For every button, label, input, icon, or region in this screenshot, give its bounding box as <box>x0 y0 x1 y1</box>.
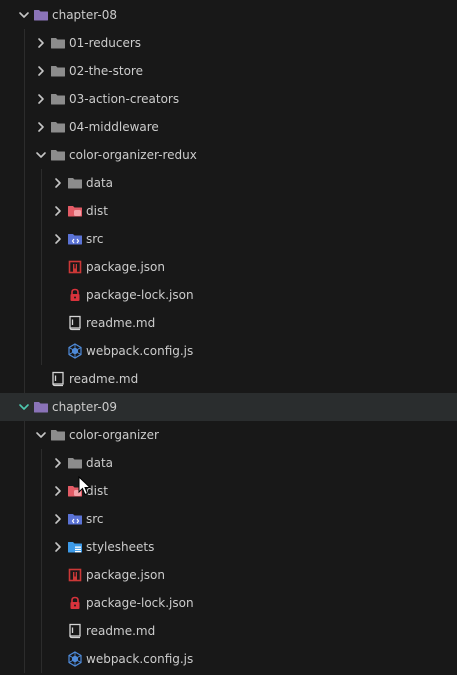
chevron-right-icon[interactable] <box>50 203 66 219</box>
tree-folder-stylesheets[interactable]: stylesheets <box>0 533 457 561</box>
readme-icon <box>67 315 83 331</box>
folder-purple-icon <box>33 7 49 23</box>
tree-file-package-lock-json[interactable]: package-lock.json <box>0 281 457 309</box>
folder-purple-icon <box>33 399 49 415</box>
tree-file-package-json[interactable]: package.json <box>0 561 457 589</box>
folder-gray-icon <box>50 91 66 107</box>
chevron-right-icon[interactable] <box>33 119 49 135</box>
folder-gray-icon <box>50 427 66 443</box>
tree-item-label: 01-reducers <box>69 36 142 50</box>
chevron-right-icon[interactable] <box>50 455 66 471</box>
tree-item-label: package-lock.json <box>86 288 194 302</box>
folder-dist-icon <box>67 203 83 219</box>
folder-src-icon <box>67 231 83 247</box>
mouse-cursor-icon <box>78 476 92 496</box>
tree-folder-02-the-store[interactable]: 02-the-store <box>0 57 457 85</box>
tree-item-label: package.json <box>86 260 166 274</box>
tree-folder-04-middleware[interactable]: 04-middleware <box>0 113 457 141</box>
folder-gray-icon <box>50 147 66 163</box>
tree-folder-01-reducers[interactable]: 01-reducers <box>0 29 457 57</box>
webpack-icon <box>67 343 83 359</box>
folder-styles-icon <box>67 539 83 555</box>
tree-folder-src[interactable]: src <box>0 225 457 253</box>
tree-file-webpack-config-js[interactable]: webpack.config.js <box>0 645 457 673</box>
tree-folder-03-action-creators[interactable]: 03-action-creators <box>0 85 457 113</box>
tree-item-label: readme.md <box>86 316 156 330</box>
tree-item-label: readme.md <box>86 624 156 638</box>
readme-icon <box>67 623 83 639</box>
tree-item-label: readme.md <box>69 372 139 386</box>
chevron-right-icon[interactable] <box>50 231 66 247</box>
tree-item-label: dist <box>86 204 108 218</box>
tree-folder-dist[interactable]: dist <box>0 477 457 505</box>
tree-item-label: stylesheets <box>86 540 155 554</box>
tree-file-webpack-config-js[interactable]: webpack.config.js <box>0 337 457 365</box>
tree-file-package-lock-json[interactable]: package-lock.json <box>0 589 457 617</box>
chevron-right-icon[interactable] <box>33 91 49 107</box>
chevron-right-icon[interactable] <box>50 539 66 555</box>
tree-folder-chapter-09[interactable]: chapter-09 <box>0 393 457 421</box>
folder-gray-icon <box>67 175 83 191</box>
tree-item-label: chapter-09 <box>52 400 118 414</box>
folder-gray-icon <box>50 119 66 135</box>
lock-icon <box>67 595 83 611</box>
readme-icon <box>50 371 66 387</box>
file-explorer-tree: chapter-08 01-reducers 02-the-store 03-acti… <box>0 0 457 675</box>
tree-item-label: 03-action-creators <box>69 92 180 106</box>
tree-item-label: package.json <box>86 568 166 582</box>
folder-gray-icon <box>50 63 66 79</box>
tree-item-label: src <box>86 512 104 526</box>
chevron-right-icon[interactable] <box>50 483 66 499</box>
tree-item-label: 02-the-store <box>69 64 143 78</box>
folder-gray-icon <box>67 455 83 471</box>
tree-file-readme-md[interactable]: readme.md <box>0 365 457 393</box>
tree-item-label: webpack.config.js <box>86 652 194 666</box>
tree-folder-src[interactable]: src <box>0 505 457 533</box>
tree-folder-color-organizer-redux[interactable]: color-organizer-redux <box>0 141 457 169</box>
tree-item-label: 04-middleware <box>69 120 159 134</box>
tree-item-label: package-lock.json <box>86 596 194 610</box>
chevron-right-icon[interactable] <box>50 511 66 527</box>
chevron-right-icon[interactable] <box>50 175 66 191</box>
tree-folder-data[interactable]: data <box>0 449 457 477</box>
lock-icon <box>67 287 83 303</box>
tree-folder-data[interactable]: data <box>0 169 457 197</box>
chevron-right-icon[interactable] <box>33 63 49 79</box>
tree-item-label: data <box>86 456 114 470</box>
folder-gray-icon <box>50 35 66 51</box>
tree-file-readme-md[interactable]: readme.md <box>0 309 457 337</box>
tree-item-label: color-organizer <box>69 428 159 442</box>
chevron-down-icon[interactable] <box>16 399 32 415</box>
folder-src-icon <box>67 511 83 527</box>
chevron-down-icon[interactable] <box>33 427 49 443</box>
tree-item-label: src <box>86 232 104 246</box>
tree-folder-color-organizer[interactable]: color-organizer <box>0 421 457 449</box>
tree-item-label: data <box>86 176 114 190</box>
chevron-right-icon[interactable] <box>33 35 49 51</box>
npm-icon <box>67 567 83 583</box>
tree-folder-dist[interactable]: dist <box>0 197 457 225</box>
tree-item-label: webpack.config.js <box>86 344 194 358</box>
chevron-down-icon[interactable] <box>16 7 32 23</box>
tree-file-readme-md[interactable]: readme.md <box>0 617 457 645</box>
webpack-icon <box>67 651 83 667</box>
tree-item-label: chapter-08 <box>52 8 118 22</box>
npm-icon <box>67 259 83 275</box>
tree-item-label: color-organizer-redux <box>69 148 197 162</box>
chevron-down-icon[interactable] <box>33 147 49 163</box>
tree-file-package-json[interactable]: package.json <box>0 253 457 281</box>
tree-folder-chapter-08[interactable]: chapter-08 <box>0 1 457 29</box>
